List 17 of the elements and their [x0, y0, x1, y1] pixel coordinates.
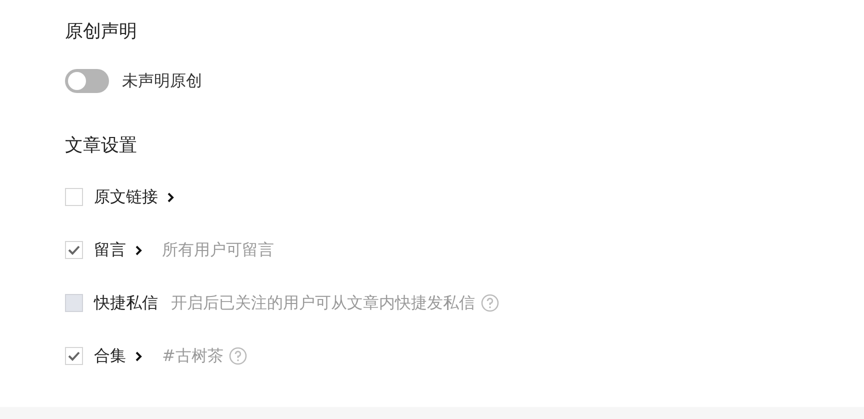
- option-label: 合集: [94, 346, 126, 366]
- checkbox[interactable]: [65, 347, 83, 365]
- option-note: 开启后已关注的用户可从文章内快捷发私信: [171, 292, 475, 314]
- option-note: #古树茶: [162, 346, 224, 366]
- checkbox[interactable]: [65, 188, 83, 206]
- option-label: 原文链接: [94, 186, 158, 208]
- option-label: 快捷私信: [94, 292, 158, 314]
- toggle-switch[interactable]: [65, 69, 109, 93]
- section-title: 原创声明: [65, 20, 138, 44]
- option-note: 所有用户可留言: [162, 240, 274, 260]
- chevron-icon[interactable]: [135, 350, 142, 362]
- chevron-icon[interactable]: [135, 244, 142, 256]
- chevron-icon[interactable]: [167, 192, 174, 202]
- toggle-label: 未声明原创: [122, 70, 202, 92]
- option-label: 留言: [94, 240, 126, 260]
- checkbox[interactable]: [65, 241, 83, 259]
- section-title: 文章设置: [65, 134, 138, 158]
